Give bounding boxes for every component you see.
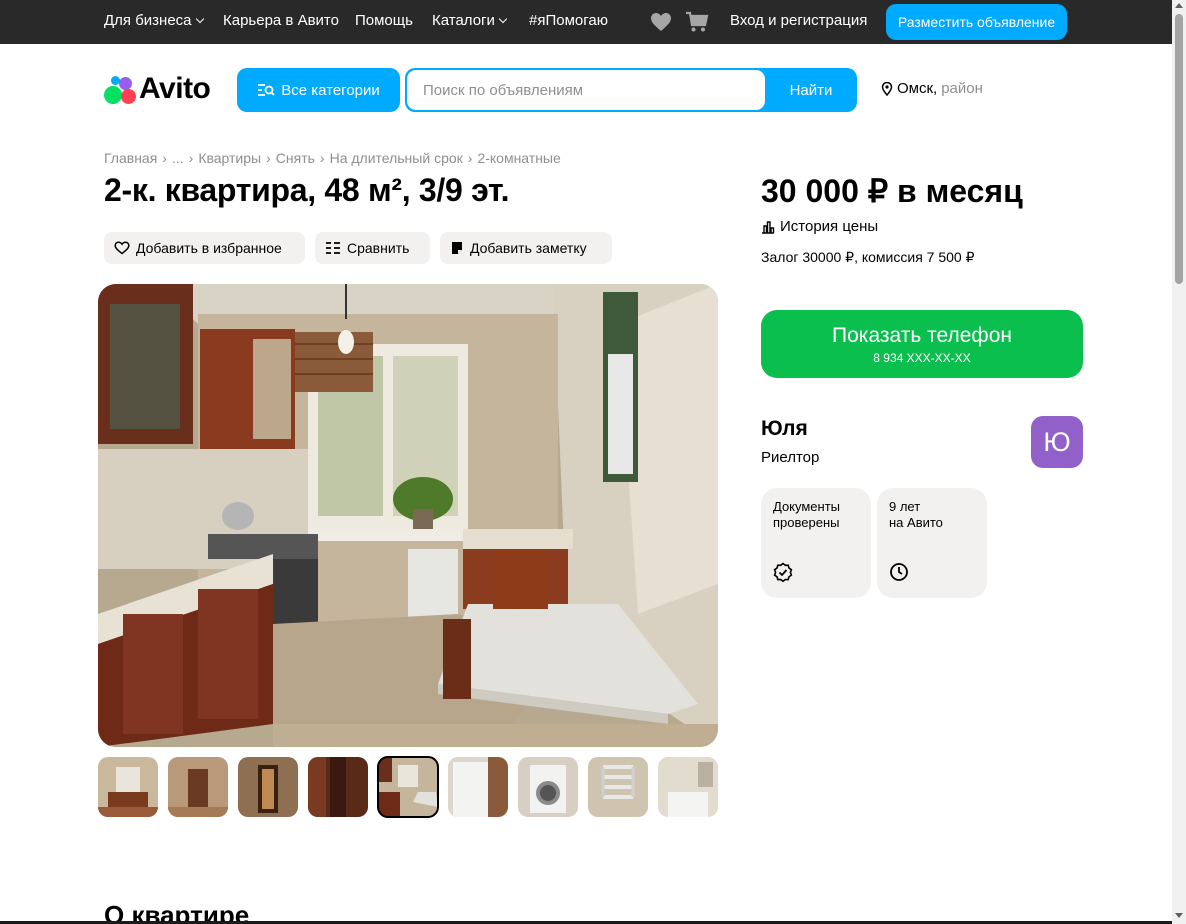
cart-icon[interactable] [685,10,709,34]
nav-ihelp-link[interactable]: #яПомогаю [529,12,608,29]
breadcrumb-home[interactable]: Главная [104,150,157,166]
nav-ihelp-label: #яПомогаю [529,12,608,29]
top-navigation-bar: Для бизнеса Карьера в Авито Помощь Катал… [0,0,1172,44]
heart-icon[interactable] [649,10,673,34]
show-phone-label: Показать телефон [832,323,1012,347]
verified-icon [773,562,793,582]
thumbnail-5[interactable] [377,756,439,818]
bar-chart-icon [762,220,775,234]
search-button[interactable]: Найти [765,68,857,112]
badge-line: на Авито [889,515,943,530]
location-pin-icon [881,81,893,96]
nav-business-label: Для бизнеса [104,12,192,29]
thumbnail-3[interactable] [238,757,298,817]
scroll-down-arrow-icon[interactable] [1175,913,1183,918]
chevron-down-icon [498,14,508,23]
compare-label: Сравнить [347,240,410,256]
avito-logo[interactable]: Avito [104,72,211,106]
search-button-label: Найти [789,81,833,99]
listing-price: 30 000 ₽ в месяц [761,173,1023,209]
nav-help-link[interactable]: Помощь [355,12,413,29]
login-label: Вход и регистрация [730,12,868,29]
thumbnail-1[interactable] [98,757,158,817]
deposit-commission: Залог 30000 ₽, комиссия 7 500 ₽ [761,249,975,265]
search-input[interactable] [407,70,765,110]
badge-line: Документы [773,499,841,514]
page-title: 2-к. квартира, 48 м², 3/9 эт. [104,172,510,208]
thumbnail-6[interactable] [448,757,508,817]
compare-icon [326,242,340,254]
all-categories-label: Все категории [281,81,380,99]
compare-button[interactable]: Сравнить [315,232,430,264]
nav-help-label: Помощь [355,12,413,29]
masked-phone-number: 8 934 XXX-XX-XX [873,350,971,365]
note-icon [452,242,462,254]
location-district: район [941,80,983,97]
seller-role: Риелтор [761,449,820,466]
breadcrumb-long-term[interactable]: На длительный срок [330,150,463,166]
breadcrumb-rent[interactable]: Снять [276,150,315,166]
post-ad-label: Разместить объявление [897,14,1056,30]
kitchen-photo [98,284,718,747]
breadcrumb-apartments[interactable]: Квартиры [198,150,261,166]
breadcrumb: Главная › ... › Квартиры › Снять › На длител… [104,150,561,166]
location-city: Омск, [897,80,938,97]
documents-verified-badge[interactable]: Документы проверены [761,488,871,598]
search-bar: Найти [405,68,857,112]
scrollbar-thumb[interactable] [1175,14,1183,284]
nav-catalogs-label: Каталоги [432,12,495,29]
scroll-up-arrow-icon[interactable] [1175,3,1183,8]
add-to-favorites-button[interactable]: Добавить в избранное [104,232,305,264]
page-scrollbar[interactable] [1172,0,1186,924]
thumbnail-4[interactable] [308,757,368,817]
categories-search-icon [258,84,275,96]
nav-catalogs-link[interactable]: Каталоги [432,12,508,29]
thumbnail-9[interactable] [658,757,718,817]
location-selector[interactable]: Омск, район [881,80,983,97]
seller-name[interactable]: Юля [761,417,808,441]
years-on-avito-badge[interactable]: 9 лет на Авито [877,488,987,598]
nav-career-label: Карьера в Авито [223,12,339,29]
breadcrumb-two-room[interactable]: 2-комнатные [477,150,560,166]
thumbnail-2[interactable] [168,757,228,817]
add-note-label: Добавить заметку [470,240,587,256]
post-ad-button[interactable]: Разместить объявление [886,4,1067,40]
login-link[interactable]: Вход и регистрация [730,12,867,29]
nav-business-link[interactable]: Для бизнеса [104,12,204,29]
chevron-down-icon [195,14,204,23]
heart-outline-icon [114,241,130,255]
price-history-label: История цены [780,218,879,235]
thumbnail-8[interactable] [588,757,648,817]
thumbnail-7[interactable] [518,757,578,817]
logo-text: Avito [139,72,211,105]
show-phone-button[interactable]: Показать телефон 8 934 XXX-XX-XX [761,310,1083,378]
badge-line: 9 лет [889,499,921,514]
add-note-button[interactable]: Добавить заметку [440,232,612,264]
logo-dots-icon [104,74,136,104]
price-history-link[interactable]: История цены [761,218,878,235]
breadcrumb-ellipsis[interactable]: ... [172,150,184,166]
badge-line: проверены [773,515,840,530]
add-to-favorites-label: Добавить в избранное [136,240,282,256]
avatar[interactable]: Ю [1031,416,1083,468]
main-listing-photo[interactable] [98,284,718,747]
clock-icon [890,563,908,581]
nav-career-link[interactable]: Карьера в Авито [223,12,339,29]
avatar-letter: Ю [1043,426,1071,457]
all-categories-button[interactable]: Все категории [237,68,400,112]
